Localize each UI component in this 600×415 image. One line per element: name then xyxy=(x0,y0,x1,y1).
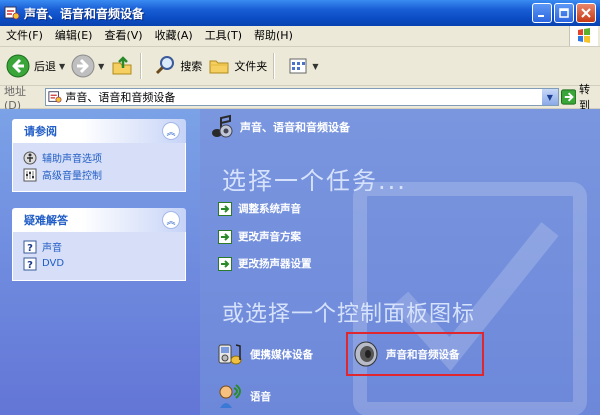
folders-label: 文件夹 xyxy=(234,60,268,73)
back-label: 后退 xyxy=(34,60,56,73)
task-arrow-icon xyxy=(218,229,232,244)
forward-arrow-icon xyxy=(71,54,95,78)
link-advanced-volume-label: 高级音量控制 xyxy=(42,171,102,182)
maximize-icon xyxy=(559,8,569,18)
link-troubleshoot-dvd[interactable]: ? DVD xyxy=(23,255,175,272)
address-dropdown-button[interactable]: ▼ xyxy=(541,89,558,105)
troubleshoot-panel: 疑难解答 ︽ ? 声音 ? DVD xyxy=(12,208,186,281)
svg-text:?: ? xyxy=(27,260,33,271)
chevron-down-icon[interactable]: ▼ xyxy=(98,62,104,71)
see-also-body: 辅助声音选项 高级音量控制 xyxy=(12,143,186,192)
see-also-panel: 请参阅 ︽ 辅助声音选项 高级音量控制 xyxy=(12,119,186,192)
category-content-pane: 声音、语音和音频设备 选择一个任务... 调整系统声音 更改声音方案 更改扬声器… xyxy=(200,109,600,415)
collapse-chevron-icon[interactable]: ︽ xyxy=(162,211,180,229)
go-arrow-icon xyxy=(560,89,577,105)
menu-file[interactable]: 文件(F) xyxy=(0,26,49,46)
maximize-button[interactable] xyxy=(554,3,574,23)
windows-logo-icon xyxy=(569,26,598,46)
speech-item[interactable]: 语音 xyxy=(216,382,271,410)
task-adjust-system-sounds[interactable]: 调整系统声音 xyxy=(218,201,301,216)
portable-media-icon xyxy=(218,344,242,365)
link-troubleshoot-dvd-label: DVD xyxy=(42,258,65,269)
address-value: 声音、语音和音频设备 xyxy=(65,91,176,104)
address-bar: 地址(D) 声音、语音和音频设备 ▼ 转到 xyxy=(0,83,600,112)
address-field[interactable]: 声音、语音和音频设备 ▼ xyxy=(45,88,559,106)
portable-media-label: 便携媒体设备 xyxy=(250,348,313,361)
help-icon: ? xyxy=(23,257,37,271)
window-title: 声音、语音和音频设备 xyxy=(24,6,145,21)
speech-icon xyxy=(219,384,241,408)
svg-text:?: ? xyxy=(27,243,33,254)
back-button[interactable]: 后退 ▼ xyxy=(6,50,65,82)
highlight-box xyxy=(346,332,484,376)
views-button[interactable]: ▼ xyxy=(287,50,318,82)
task-change-sound-scheme[interactable]: 更改声音方案 xyxy=(218,229,301,244)
minimize-button[interactable] xyxy=(532,3,552,23)
link-advanced-volume[interactable]: 高级音量控制 xyxy=(23,166,175,183)
link-accessibility-sound-label: 辅助声音选项 xyxy=(42,154,102,165)
task-label: 调整系统声音 xyxy=(238,203,301,215)
toolbar-separator xyxy=(140,53,143,79)
category-title: 声音、语音和音频设备 xyxy=(240,121,350,134)
title-bar: 声音、语音和音频设备 xyxy=(0,0,600,26)
folder-icon xyxy=(209,60,229,74)
menu-help[interactable]: 帮助(H) xyxy=(248,26,299,46)
window-controls xyxy=(532,3,596,23)
see-also-header[interactable]: 请参阅 ︽ xyxy=(12,119,186,143)
pick-task-heading: 选择一个任务... xyxy=(222,167,407,195)
troubleshoot-header[interactable]: 疑难解答 ︽ xyxy=(12,208,186,232)
folders-button[interactable]: 文件夹 xyxy=(208,50,267,82)
minimize-icon xyxy=(538,15,544,17)
troubleshoot-title: 疑难解答 xyxy=(24,214,68,227)
search-icon xyxy=(156,56,175,75)
menu-favorites[interactable]: 收藏(A) xyxy=(149,26,199,46)
left-task-pane: 请参阅 ︽ 辅助声音选项 高级音量控制 疑难解答 ︽ ? 声音 ? DVD xyxy=(0,109,200,415)
search-button[interactable]: 搜索 xyxy=(154,50,202,82)
task-label: 更改扬声器设置 xyxy=(238,258,312,270)
explorer-window: 声音、语音和音频设备 文件(F) 编辑(E) 查看(V) 收藏(A) 工具(T)… xyxy=(0,0,600,415)
portable-media-devices-item[interactable]: 便携媒体设备 xyxy=(216,340,313,368)
accessibility-icon xyxy=(23,151,37,165)
control-panel-icon xyxy=(4,6,20,20)
close-button[interactable] xyxy=(576,3,596,23)
menu-edit[interactable]: 编辑(E) xyxy=(49,26,99,46)
or-pick-icon-heading: 或选择一个控制面板图标 xyxy=(222,302,476,327)
see-also-title: 请参阅 xyxy=(24,125,57,138)
chevron-down-icon[interactable]: ▼ xyxy=(312,62,318,71)
speaker-note-icon xyxy=(212,114,233,138)
forward-button[interactable]: ▼ xyxy=(71,50,104,82)
close-icon xyxy=(581,8,591,18)
toolbar-separator xyxy=(273,53,276,79)
collapse-chevron-icon[interactable]: ︽ xyxy=(162,122,180,140)
back-arrow-icon xyxy=(6,54,30,78)
views-icon xyxy=(289,58,307,74)
task-arrow-icon xyxy=(218,201,232,216)
up-folder-icon xyxy=(112,56,132,75)
task-label: 更改声音方案 xyxy=(238,231,301,243)
menu-tools[interactable]: 工具(T) xyxy=(199,26,248,46)
up-folder-button[interactable] xyxy=(110,50,134,82)
chevron-down-icon[interactable]: ▼ xyxy=(59,62,65,71)
task-arrow-icon xyxy=(218,256,232,271)
task-change-speaker-settings[interactable]: 更改扬声器设置 xyxy=(218,256,312,271)
category-header: 声音、语音和音频设备 xyxy=(208,113,350,141)
menu-view[interactable]: 查看(V) xyxy=(98,26,148,46)
control-panel-icon xyxy=(48,91,62,103)
help-icon: ? xyxy=(23,240,37,254)
menu-bar: 文件(F) 编辑(E) 查看(V) 收藏(A) 工具(T) 帮助(H) xyxy=(0,26,600,47)
link-troubleshoot-sound[interactable]: ? 声音 xyxy=(23,238,175,255)
standard-toolbar: 后退 ▼ ▼ 搜索 文件夹 ▼ xyxy=(0,47,600,86)
link-accessibility-sound[interactable]: 辅助声音选项 xyxy=(23,149,175,166)
speech-label: 语音 xyxy=(250,390,271,403)
link-troubleshoot-sound-label: 声音 xyxy=(42,243,62,254)
search-label: 搜索 xyxy=(180,60,203,73)
address-label: 地址(D) xyxy=(4,84,26,112)
troubleshoot-body: ? 声音 ? DVD xyxy=(12,232,186,281)
volume-control-icon xyxy=(23,168,37,182)
